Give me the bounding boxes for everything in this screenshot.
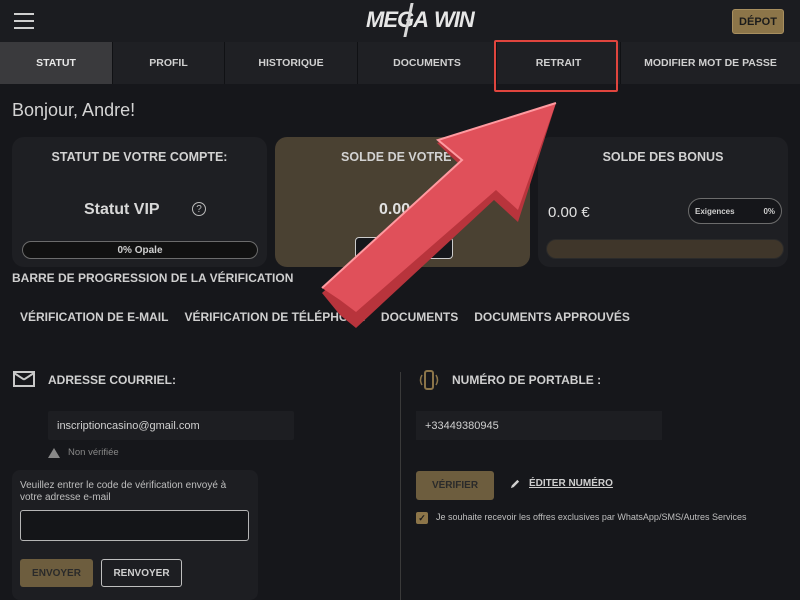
balance-card: SOLDE DE VOTRE C 0.00: [275, 137, 530, 267]
card-title: SOLDE DES BONUS: [602, 150, 724, 164]
verif-tab-phone[interactable]: VÉRIFICATION DE TÉLÉPHONE: [176, 303, 372, 331]
logo[interactable]: MEGA WIN: [366, 7, 475, 33]
envelope-icon: [13, 371, 35, 387]
verification-title: BARRE DE PROGRESSION DE LA VÉRIFICATION: [12, 271, 294, 285]
requirements-pill: Exigences 0%: [688, 198, 782, 224]
verif-tab-email[interactable]: VÉRIFICATION DE E-MAIL: [12, 303, 176, 331]
greeting: Bonjour, Andre!: [12, 100, 136, 120]
email-status: Non vérifiée: [48, 447, 119, 458]
verif-tab-approved[interactable]: DOCUMENTS APPROUVÉS: [466, 303, 638, 331]
code-prompt: Veuillez entrer le code de vérification …: [20, 480, 227, 503]
tab-statut[interactable]: STATUT: [0, 42, 113, 84]
deposit-button[interactable]: DÉPOT: [732, 9, 784, 34]
phone-icon: [419, 370, 439, 390]
tab-historique[interactable]: HISTORIQUE: [225, 42, 358, 84]
vip-progress-bar: 0% Opale: [22, 241, 258, 259]
vip-status: Statut VIP: [84, 201, 160, 218]
bonus-progress-bar: [546, 239, 784, 259]
requirements-label: Exigences: [695, 206, 735, 216]
verify-button[interactable]: VÉRIFIER: [416, 471, 494, 500]
bonus-card: SOLDE DES BONUS 0.00 € Exigences 0%: [538, 137, 788, 267]
retrait-highlight-box: [494, 40, 618, 92]
account-tabs: STATUT PROFIL HISTORIQUE DOCUMENTS RETRA…: [0, 42, 800, 84]
resend-button[interactable]: RENVOYER: [101, 559, 182, 587]
email-label: ADRESSE COURRIEL:: [48, 373, 177, 387]
tab-modifier-mot-de-passe[interactable]: MODIFIER MOT DE PASSE: [621, 42, 800, 84]
help-icon[interactable]: ?: [192, 202, 206, 216]
requirements-value: 0%: [763, 206, 775, 216]
code-panel: Veuillez entrer le code de vérification …: [12, 470, 258, 600]
bonus-amount: 0.00 €: [548, 204, 590, 221]
top-bar: MEGA WIN DÉPOT: [0, 0, 800, 42]
balance-action-button[interactable]: [355, 237, 453, 259]
divider: [400, 372, 401, 600]
pencil-icon: [510, 479, 520, 489]
optin-checkbox[interactable]: ✓: [416, 512, 428, 524]
edit-number-link[interactable]: ÉDITER NUMÉRO: [510, 478, 613, 489]
card-title: STATUT DE VOTRE COMPTE:: [51, 150, 228, 164]
verification-code-input[interactable]: [20, 510, 249, 541]
tab-documents[interactable]: DOCUMENTS: [358, 42, 497, 84]
tab-profil[interactable]: PROFIL: [113, 42, 225, 84]
balance-amount: 0.00: [379, 201, 411, 218]
menu-icon[interactable]: [14, 13, 34, 29]
email-field[interactable]: inscriptioncasino@gmail.com: [48, 411, 294, 440]
verification-tabs: VÉRIFICATION DE E-MAIL VÉRIFICATION DE T…: [12, 303, 638, 331]
send-button[interactable]: ENVOYER: [20, 559, 93, 587]
phone-field[interactable]: +33449380945: [416, 411, 662, 440]
phone-label: NUMÉRO DE PORTABLE :: [452, 373, 602, 387]
verif-tab-documents[interactable]: DOCUMENTS: [373, 303, 466, 331]
warning-icon: [48, 447, 60, 458]
account-status-card: STATUT DE VOTRE COMPTE: Statut VIP ? 0% …: [12, 137, 267, 267]
card-title: SOLDE DE VOTRE C: [341, 150, 464, 164]
optin-label: Je souhaite recevoir les offres exclusiv…: [436, 512, 747, 522]
